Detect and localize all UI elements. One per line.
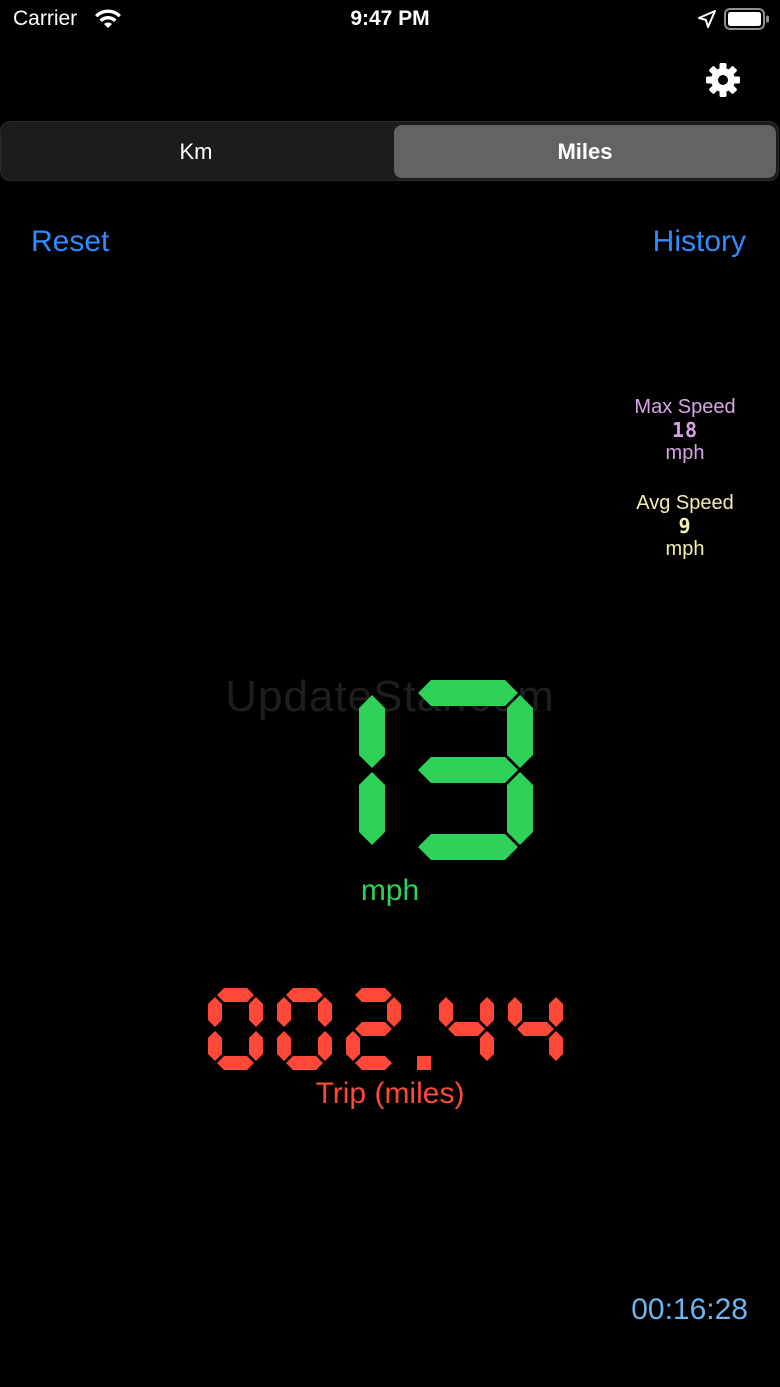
unit-segmented-control: Km Miles (0, 121, 779, 181)
current-speed-display (359, 680, 533, 860)
reset-button[interactable]: Reset (31, 225, 109, 259)
max-speed-label: Max Speed (634, 396, 736, 418)
speed-digit-3-segment-b (507, 695, 533, 768)
clock: 9:47 PM (350, 7, 430, 30)
trip-digit-0-segment-c (249, 1031, 263, 1061)
status-bar: Carrier 9:47 PM (0, 0, 780, 40)
trip-digit-4-segment-c (480, 1031, 494, 1061)
trip-digit-0-segment-e (208, 1031, 222, 1061)
speed-unit: mph (360, 874, 420, 907)
max-speed-unit: mph (665, 442, 705, 464)
speed-digit-1-segment-c (359, 772, 385, 845)
speed-digit-3-segment-g (418, 757, 518, 783)
trip-digit-2-segment-b (387, 997, 401, 1027)
trip-digit-0-segment-a (286, 988, 323, 1002)
speed-digit-3-segment-c (507, 772, 533, 845)
location-arrow-icon (698, 10, 716, 28)
avg-speed-value: 9 (678, 514, 692, 538)
speed-digit-3-segment-d (418, 834, 518, 860)
trip-digit-0-segment-b (249, 997, 263, 1027)
trip-digit-2-segment-e (346, 1031, 360, 1061)
history-button[interactable]: History (653, 225, 746, 259)
segment-km[interactable]: Km (4, 125, 388, 178)
trip-digit-2-segment-a (355, 988, 392, 1002)
trip-digit-2-segment-d (355, 1056, 392, 1070)
battery-icon (724, 8, 769, 30)
trip-distance-display (208, 988, 563, 1070)
trip-digit-4-segment-b (480, 997, 494, 1027)
trip-digit-2-segment-g (355, 1022, 392, 1036)
elapsed-timer: 00:16:28 (631, 1293, 748, 1326)
trip-digit-0-segment-c (318, 1031, 332, 1061)
trip-digit-4-segment-c (549, 1031, 563, 1061)
segment-miles[interactable]: Miles (394, 125, 776, 178)
trip-digit-0-segment-e (277, 1031, 291, 1061)
trip-digit-4-segment-g (517, 1022, 554, 1036)
trip-digit-4-segment-f (439, 997, 453, 1027)
max-speed-panel: Max Speed 18 mph (620, 396, 750, 464)
speed-digit-1-segment-b (359, 695, 385, 768)
trip-digit-4-segment-g (448, 1022, 485, 1036)
gear-icon[interactable] (703, 60, 743, 100)
trip-digit-0-segment-f (208, 997, 222, 1027)
avg-speed-unit: mph (665, 538, 705, 560)
avg-speed-label: Avg Speed (636, 492, 734, 514)
avg-speed-panel: Avg Speed 9 mph (620, 492, 750, 560)
max-speed-value: 18 (671, 418, 699, 442)
trip-digit-0-segment-d (217, 1056, 254, 1070)
trip-digit-0-segment-b (318, 997, 332, 1027)
trip-digit-0-segment-f (277, 997, 291, 1027)
trip-label: Trip (miles) (315, 1077, 465, 1110)
speed-digit-3-segment-a (418, 680, 518, 706)
trip-digit-0-segment-d (286, 1056, 323, 1070)
trip-digit-4-segment-f (508, 997, 522, 1027)
trip-decimal-point (417, 1056, 431, 1070)
trip-digit-0-segment-a (217, 988, 254, 1002)
trip-digit-4-segment-b (549, 997, 563, 1027)
